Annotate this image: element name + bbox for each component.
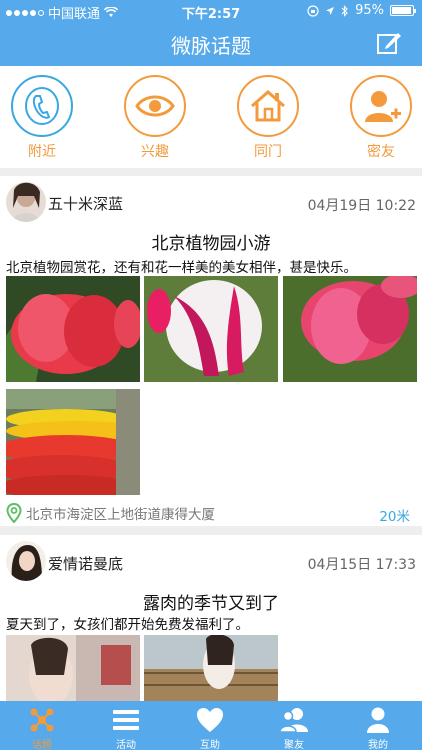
post-body: 夏天到了，女孩们都开始免费发福利了。 bbox=[6, 617, 249, 633]
category-bar: 附近 兴趣 同门 密友 bbox=[0, 66, 422, 168]
group-icon bbox=[280, 708, 308, 733]
topics-icon bbox=[30, 708, 54, 732]
battery-percent: 95% bbox=[355, 3, 384, 18]
category-label: 密友 bbox=[367, 144, 395, 160]
post-distance: 20米 bbox=[379, 509, 410, 525]
post-location[interactable]: 北京市海淀区上地街道康得大厦 bbox=[6, 503, 215, 523]
location-arrow-icon bbox=[326, 6, 335, 15]
category-interest[interactable]: 兴趣 bbox=[123, 75, 187, 161]
menu-icon bbox=[113, 710, 139, 730]
category-label: 同门 bbox=[254, 144, 282, 160]
category-close-friends[interactable]: 密友 bbox=[349, 75, 413, 161]
post-timestamp: 04月19日 10:22 bbox=[307, 198, 416, 214]
post-body: 北京植物园赏花，还有和花一样美的美女相伴，甚是快乐。 bbox=[6, 260, 357, 276]
tab-gather-friends[interactable]: 聚友 bbox=[252, 701, 336, 750]
rotation-lock-icon bbox=[307, 4, 319, 17]
post-timestamp: 04月15日 17:33 bbox=[307, 557, 416, 573]
tab-label: 我的 bbox=[368, 740, 388, 750]
top-bar: 中国联通 下午2:57 95% 微脉话题 bbox=[0, 0, 422, 66]
category-label: 兴趣 bbox=[141, 144, 169, 160]
post-title: 北京植物园小游 bbox=[151, 234, 271, 254]
bluetooth-icon bbox=[341, 4, 348, 17]
home-icon bbox=[251, 90, 285, 122]
page-title: 微脉话题 bbox=[171, 34, 251, 58]
avatar[interactable] bbox=[6, 541, 46, 581]
tab-label: 活动 bbox=[116, 740, 136, 750]
tab-label: 聚友 bbox=[284, 740, 304, 750]
tab-mutual-help[interactable]: 互助 bbox=[168, 701, 252, 750]
tab-mine[interactable]: 我的 bbox=[336, 701, 420, 750]
tab-label: 互助 bbox=[200, 740, 220, 750]
compose-icon[interactable] bbox=[376, 30, 402, 56]
location-pin-icon bbox=[6, 503, 22, 523]
status-bar: 中国联通 下午2:57 95% bbox=[0, 0, 422, 22]
post-card[interactable]: 五十米深蓝 04月19日 10:22 北京植物园小游 北京植物园赏花，还有和花一… bbox=[0, 176, 422, 526]
post-photo[interactable] bbox=[6, 635, 140, 701]
tab-topics[interactable]: 话题 bbox=[0, 701, 84, 750]
category-alumni[interactable]: 同门 bbox=[236, 75, 300, 161]
person-icon bbox=[367, 707, 389, 733]
phone-icon bbox=[25, 87, 59, 125]
category-label: 附近 bbox=[28, 144, 56, 160]
tab-bar: 话题 活动 互助 聚友 我的 bbox=[0, 701, 422, 750]
post-photo[interactable] bbox=[6, 389, 140, 495]
add-friend-icon bbox=[365, 91, 401, 122]
battery-icon bbox=[390, 5, 416, 16]
tab-label: 话题 bbox=[32, 740, 52, 750]
post-username[interactable]: 五十米深蓝 bbox=[48, 193, 123, 214]
category-nearby[interactable]: 附近 bbox=[10, 75, 74, 161]
eye-icon bbox=[135, 95, 175, 117]
post-title: 露肉的季节又到了 bbox=[143, 594, 279, 614]
location-label: 北京市海淀区上地街道康得大厦 bbox=[26, 507, 215, 523]
post-photo[interactable] bbox=[144, 635, 278, 701]
heart-icon bbox=[197, 708, 223, 732]
post-photo[interactable] bbox=[144, 276, 278, 382]
post-photo[interactable] bbox=[6, 276, 140, 382]
tab-activities[interactable]: 活动 bbox=[84, 701, 168, 750]
avatar[interactable] bbox=[6, 182, 46, 222]
post-username[interactable]: 爱情诺曼底 bbox=[48, 553, 123, 574]
post-photo[interactable] bbox=[283, 276, 417, 382]
post-card[interactable]: 爱情诺曼底 04月15日 17:33 露肉的季节又到了 夏天到了，女孩们都开始免… bbox=[0, 535, 422, 701]
